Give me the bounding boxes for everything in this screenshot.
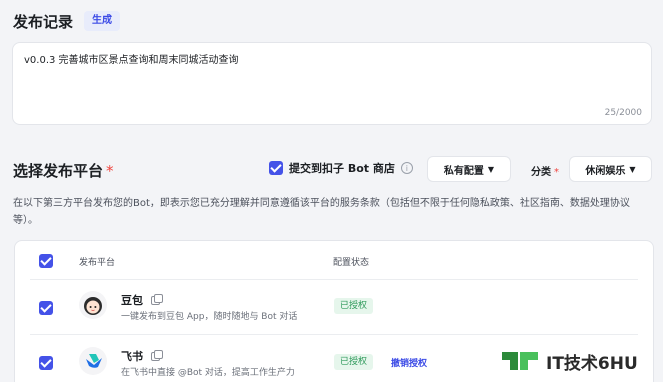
- watermark-logo-icon: [502, 352, 538, 370]
- status-badge: 已授权: [334, 298, 374, 314]
- divider: [30, 279, 638, 280]
- feishu-icon: [79, 347, 107, 375]
- category-required-mark: *: [554, 167, 559, 178]
- col-status-header: 配置状态: [333, 258, 370, 268]
- doubao-avatar-icon: [84, 297, 102, 315]
- app-desc-doubao: 一键发布到豆包 App，随时随地与 Bot 对话: [121, 312, 298, 322]
- col-platform-header: 发布平台: [79, 258, 116, 268]
- watermark-text: IT技术6HU: [546, 353, 638, 374]
- app-name-feishu-text: 飞书: [121, 350, 143, 363]
- submit-store-checkbox[interactable]: [269, 161, 283, 175]
- divider: [30, 334, 638, 335]
- record-title: 发布记录: [13, 13, 74, 31]
- select-all-checkbox[interactable]: [39, 254, 53, 268]
- app-name-doubao: 豆包: [121, 292, 163, 308]
- submit-store-label: 提交到扣子 Bot 商店: [289, 162, 395, 175]
- release-notes-content[interactable]: v0.0.3 完善城市区景点查询和周末同城活动查询: [24, 51, 239, 66]
- info-icon[interactable]: i: [400, 162, 413, 174]
- caret-down-icon: ▼: [629, 164, 636, 174]
- copy-icon[interactable]: [151, 349, 163, 361]
- release-notes-textarea[interactable]: v0.0.3 完善城市区景点查询和周末同城活动查询 25/2000: [12, 42, 652, 125]
- feishu-logo-icon: [86, 354, 102, 368]
- row-checkbox-feishu[interactable]: [39, 356, 53, 370]
- private-config-label: 私有配置: [443, 165, 484, 177]
- platform-title: 选择发布平台 *: [13, 160, 114, 181]
- revoke-auth-link[interactable]: 撤销授权: [391, 356, 427, 369]
- app-name-doubao-text: 豆包: [121, 294, 143, 307]
- category-value: 休闲娱乐: [585, 165, 626, 177]
- submit-store-option[interactable]: 提交到扣子 Bot 商店 i: [269, 160, 413, 176]
- status-badge: 已授权: [334, 354, 374, 370]
- category-dropdown[interactable]: 休闲娱乐 ▼: [569, 156, 652, 182]
- platform-title-text: 选择发布平台: [13, 162, 104, 180]
- app-desc-feishu: 在飞书中直接 @Bot 对话，提高工作生产力: [121, 368, 295, 378]
- char-counter: 25/2000: [604, 108, 642, 118]
- private-config-dropdown[interactable]: 私有配置 ▼: [427, 156, 511, 182]
- app-name-feishu: 飞书: [121, 348, 163, 364]
- watermark: IT技术6HU: [500, 348, 638, 374]
- required-mark: *: [106, 162, 114, 180]
- category-label: 分类 *: [531, 163, 559, 178]
- terms-notice: 在以下第三方平台发布您的Bot，即表示您已充分理解并同意遵循该平台的服务条款（包…: [13, 198, 630, 226]
- doubao-icon: [79, 291, 107, 319]
- copy-icon[interactable]: [151, 293, 163, 305]
- category-label-text: 分类: [531, 167, 551, 178]
- generate-button[interactable]: 生成: [84, 11, 120, 31]
- caret-down-icon: ▼: [487, 164, 495, 174]
- row-checkbox-doubao[interactable]: [39, 301, 53, 315]
